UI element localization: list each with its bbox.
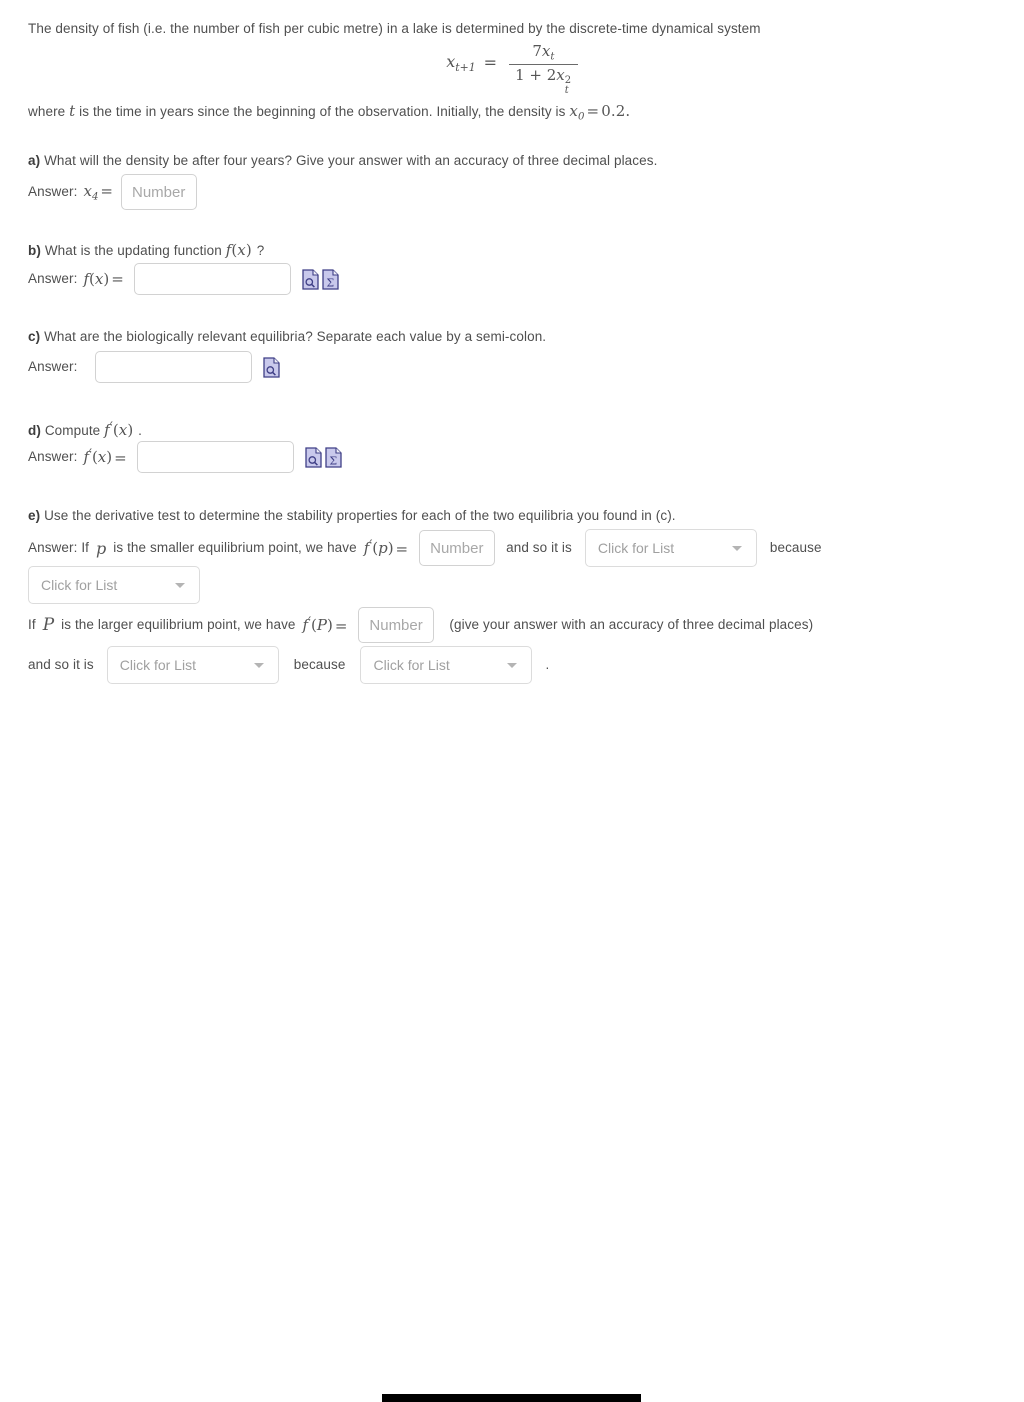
- preview-icon[interactable]: [302, 268, 319, 290]
- equation-relation: =: [483, 53, 498, 73]
- math-palette-icon[interactable]: Σ: [322, 268, 339, 290]
- part-d-answer-row: Answer: f′(x) = Σ: [28, 441, 342, 473]
- part-d-question-text: Compute: [44, 423, 101, 439]
- part-c-equilibria-input[interactable]: [95, 351, 253, 383]
- part-e-accuracy-hint: (give your answer with an accuracy of th…: [449, 616, 814, 632]
- part-a-answer-var: x4 =: [83, 181, 113, 203]
- part-e-stability-select-1-label: Click for List: [597, 540, 675, 556]
- part-e-line2: Click for List: [28, 566, 200, 604]
- part-e-stability-select-1[interactable]: Click for List: [584, 529, 757, 567]
- part-a-question: a) What will the density be after four y…: [28, 151, 928, 171]
- preview-icon[interactable]: [305, 446, 322, 468]
- chevron-down-icon: [175, 583, 185, 588]
- part-c-icon-row: [263, 356, 281, 378]
- chevron-down-icon: [253, 663, 264, 668]
- part-d-label: d): [28, 423, 41, 439]
- part-b-label: b): [28, 243, 41, 258]
- display-equation: xt+1 = 7xt 1 + 2x 2 t: [0, 42, 1024, 96]
- part-b-answer-prefix: Answer:: [28, 270, 78, 286]
- part-d-icon-row: Σ: [305, 446, 342, 468]
- quiz-page: The density of fish (i.e. the number of …: [0, 0, 1024, 695]
- part-b-icon-row: Σ: [302, 268, 339, 290]
- equation-lhs: xt+1: [446, 51, 476, 74]
- part-a-question-text: What will the density be after four year…: [44, 153, 658, 168]
- part-e-and-so-text-1: and so it is: [506, 539, 572, 555]
- part-c-question: c) What are the biologically relevant eq…: [28, 327, 928, 347]
- part-e-deriv-P: f′(P) =: [302, 615, 348, 635]
- svg-text:Σ: Σ: [326, 276, 334, 289]
- part-e-stability-select-2-label: Click for List: [119, 657, 196, 673]
- horizontal-scrollbar-track[interactable]: [0, 695, 1024, 1402]
- svg-text:Σ: Σ: [329, 454, 337, 467]
- part-e-number-P-input[interactable]: [358, 607, 435, 643]
- part-b-question-post: ?: [256, 243, 265, 258]
- part-e-deriv-p: f′(p) =: [363, 538, 409, 558]
- equation-fraction: 7xt 1 + 2x 2 t: [509, 42, 578, 96]
- part-e-answer-prefix: Answer: If: [28, 539, 90, 555]
- part-a-label: a): [28, 153, 41, 168]
- initial-condition: x0 = 0.2.: [569, 102, 631, 123]
- part-c-question-text: What are the biologically relevant equil…: [44, 329, 547, 344]
- part-a-answer-row: Answer: x4 =: [28, 174, 197, 210]
- part-e-and-so-text-2: and so it is: [28, 656, 94, 672]
- part-d-question: d) Compute f′(x) .: [28, 418, 928, 442]
- where-text: is the time in years since the beginning…: [79, 104, 566, 119]
- part-e-line1-text: is the smaller equilibrium point, we hav…: [113, 539, 357, 555]
- part-b-answer-math: f(x) =: [83, 270, 124, 288]
- part-b-answer-row: Answer: f(x) = Σ: [28, 263, 339, 295]
- part-a-answer-prefix: Answer:: [28, 183, 78, 199]
- part-e-question: e) Use the derivative test to determine …: [28, 506, 988, 526]
- where-prefix: where: [28, 104, 66, 119]
- where-variable: t: [69, 102, 76, 120]
- part-e-label: e): [28, 508, 41, 523]
- part-e-large-var: P: [42, 615, 55, 635]
- part-e-line3: If P is the larger equilibrium point, we…: [28, 607, 813, 643]
- intro-text: The density of fish (i.e. the number of …: [28, 21, 761, 36]
- part-e-reason-select-2[interactable]: Click for List: [360, 646, 533, 684]
- part-e-reason-select-2-label: Click for List: [373, 657, 450, 673]
- preview-icon[interactable]: [263, 356, 281, 378]
- part-e-because-text-2: because: [293, 656, 346, 672]
- part-d-answer-math: f′(x) =: [83, 447, 127, 467]
- chevron-down-icon: [731, 546, 742, 551]
- part-c-label: c): [28, 329, 41, 344]
- part-b-question-text: What is the updating function: [44, 243, 222, 258]
- part-e-number-p-input[interactable]: [419, 530, 496, 566]
- part-a-number-input[interactable]: [121, 174, 197, 210]
- part-e-line3-text: is the larger equilibrium point, we have: [61, 616, 296, 632]
- part-e-line3-prefix: If: [28, 616, 36, 632]
- equation-numerator: 7xt: [532, 42, 555, 63]
- chevron-down-icon: [507, 663, 518, 668]
- part-b-question-math: f(x): [225, 241, 252, 259]
- part-c-answer-prefix: Answer:: [28, 358, 78, 374]
- part-e-because-text-1: because: [769, 539, 822, 555]
- horizontal-scrollbar-thumb[interactable]: [382, 1394, 641, 1402]
- part-e-line1: Answer: If p is the smaller equilibrium …: [28, 529, 822, 567]
- part-b-formula-input[interactable]: [133, 263, 291, 295]
- part-d-question-post: .: [138, 423, 143, 439]
- equation-denominator: 1 + 2x 2 t: [515, 65, 572, 96]
- part-e-small-var: p: [96, 538, 107, 558]
- part-e-line4: and so it is Click for List because Clic…: [28, 646, 549, 684]
- part-e-reason-select-1-label: Click for List: [41, 577, 118, 593]
- part-e-final-period: .: [545, 656, 550, 672]
- part-d-derivative-input[interactable]: [136, 441, 294, 473]
- part-e-question-text: Use the derivative test to determine the…: [44, 508, 676, 523]
- part-e-stability-select-2[interactable]: Click for List: [106, 646, 279, 684]
- part-d-question-math: f′(x): [104, 420, 134, 440]
- part-b-question: b) What is the updating function f(x) ?: [28, 239, 928, 262]
- math-palette-icon[interactable]: Σ: [325, 446, 342, 468]
- part-c-answer-row: Answer:: [28, 351, 281, 383]
- part-d-answer-prefix: Answer:: [28, 448, 78, 464]
- part-e-reason-select-1[interactable]: Click for List: [28, 566, 200, 604]
- where-line: where t is the time in years since the b…: [28, 100, 928, 125]
